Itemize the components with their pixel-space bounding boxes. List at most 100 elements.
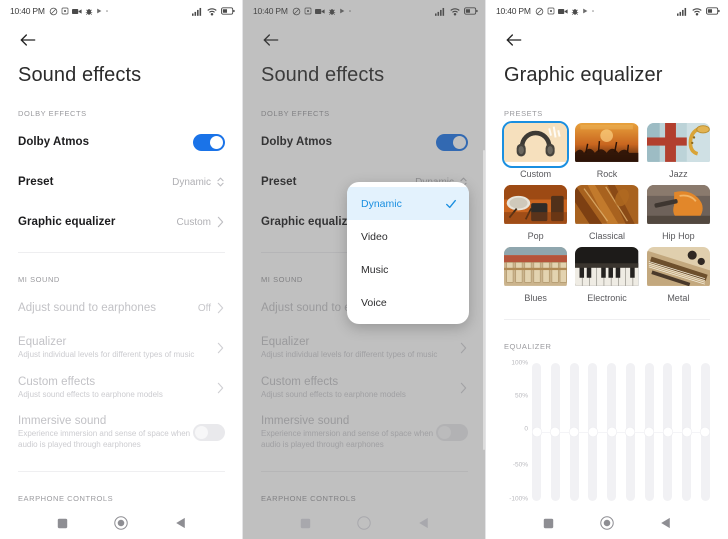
chevron-right-icon [216,382,225,394]
row-texts: Immersive sound Experience immersion and… [18,415,193,450]
preset-classical[interactable]: Classical [575,185,639,243]
preset-rock[interactable]: Rock [575,123,639,181]
row-title: Dolby Atmos [18,136,90,148]
row-immersive-sound[interactable]: Immersive sound Experience immersion and… [18,408,225,457]
row-subtitle: Experience immersion and sense of space … [18,429,191,449]
bug-icon [85,7,93,16]
row-equalizer[interactable]: Equalizer Adjust individual levels for d… [18,328,225,368]
preset-blues[interactable]: Blues [504,247,568,305]
section-divider [504,319,710,320]
section-label-mi-sound: MI SOUND [18,275,60,284]
row-custom-effects[interactable]: Custom effects Adjust sound effects to e… [18,368,225,408]
row-dolby-atmos[interactable]: Dolby Atmos [18,122,225,162]
recents-square-icon[interactable] [300,518,311,529]
preset-pop[interactable]: Pop [504,185,568,243]
row-texts: Adjust sound to earphones [18,302,198,314]
drums-art-icon [504,185,568,224]
equalizer-band-6[interactable] [625,363,635,501]
preset-thumbnail [504,247,568,290]
row-adjust-sound-to-earphones[interactable]: Adjust sound to earphones Off [18,288,225,328]
page-title: Sound effects [18,64,142,86]
back-triangle-icon[interactable] [660,517,671,529]
wifi-icon [692,7,702,16]
preset-custom[interactable]: Custom [501,121,570,181]
panel-divider [485,0,486,539]
slider-thumb[interactable] [682,427,692,437]
back-button[interactable] [18,22,225,60]
immersive-sound-toggle[interactable] [193,424,225,442]
guitar-orange-art-icon [646,185,710,224]
preset-jazz[interactable]: Jazz [646,123,710,181]
equalizer-band-8[interactable] [663,363,673,501]
system-navigation-bar [0,507,243,539]
row-graphic-equalizer[interactable]: Graphic equalizer Custom [18,202,225,242]
signal-bars-icon [192,7,203,16]
preset-dropdown: Dynamic Video Music Voice [347,182,469,324]
equalizer-band-5[interactable] [607,363,617,501]
slider-thumb[interactable] [700,427,710,437]
equalizer-band-3[interactable] [569,363,579,501]
electric-guitar-art-icon [646,247,710,286]
equalizer-band-2[interactable] [550,363,560,501]
slider-thumb[interactable] [550,427,560,437]
back-triangle-icon[interactable] [418,517,429,529]
home-circle-icon[interactable] [114,516,129,530]
panel-divider [242,0,243,539]
chevron-updown-icon [216,176,225,188]
recents-square-icon[interactable] [543,518,554,529]
home-circle-icon[interactable] [600,516,614,530]
status-left-icons [49,7,109,16]
dropdown-option-dynamic[interactable]: Dynamic [347,187,469,220]
status-time: 10:40 PM [10,6,45,16]
section-label-earphone-controls: EARPHONE CONTROLS [18,494,114,504]
slider-thumb[interactable] [663,427,673,437]
slider-thumb[interactable] [532,427,541,437]
chevron-right-icon [216,216,225,228]
section-divider [18,471,225,473]
slider-thumb[interactable] [625,427,635,437]
dropdown-option-label: Voice [361,296,387,309]
recents-square-icon[interactable] [57,518,68,529]
row-preset[interactable]: Preset Dynamic [18,162,225,202]
home-circle-icon[interactable] [357,516,372,530]
do-not-disturb-icon [49,7,58,16]
status-time: 10:40 PM [496,6,531,16]
preset-hip-hop[interactable]: Hip Hop [646,185,710,243]
play-icon [96,8,102,14]
dropdown-option-music[interactable]: Music [347,253,469,286]
row-title: Graphic equalizer [18,216,116,228]
slider-thumb[interactable] [607,427,617,437]
toggle-knob [210,135,223,149]
dolby-atmos-toggle[interactable] [193,133,225,151]
headphones-art-icon [504,123,568,162]
preset-metal[interactable]: Metal [646,247,710,305]
back-triangle-icon[interactable] [175,517,186,529]
preset-electronic[interactable]: Electronic [575,247,639,305]
equalizer-band-7[interactable] [644,363,654,501]
preset-thumbnail [646,123,710,166]
slider-thumb[interactable] [588,427,598,437]
screenshot-icon [547,7,555,15]
slider-thumb[interactable] [569,427,579,437]
preset-label: Pop [527,231,544,241]
equalizer-band-10[interactable] [700,363,710,501]
system-navigation-bar [243,507,486,539]
wifi-icon [207,7,217,16]
dropdown-option-voice[interactable]: Voice [347,286,469,319]
bug-icon [571,7,579,16]
slider-thumb[interactable] [644,427,654,437]
back-button[interactable] [504,22,710,60]
preset-thumbnail [646,185,710,228]
dropdown-option-video[interactable]: Video [347,220,469,253]
video-camera-icon [71,8,82,15]
row-title: Custom effects [18,375,96,388]
preset-thumbnail [575,247,639,290]
preset-label: Custom [520,169,552,179]
equalizer-axis: 100% 50% 0 -50% -100% [504,357,530,507]
equalizer-band-1[interactable] [532,363,541,501]
xylophone-art-icon [504,247,568,286]
equalizer-band-4[interactable] [588,363,598,501]
equalizer-band-9[interactable] [682,363,692,501]
axis-tick: 0 [524,425,528,433]
preset-thumbnail [504,185,568,228]
